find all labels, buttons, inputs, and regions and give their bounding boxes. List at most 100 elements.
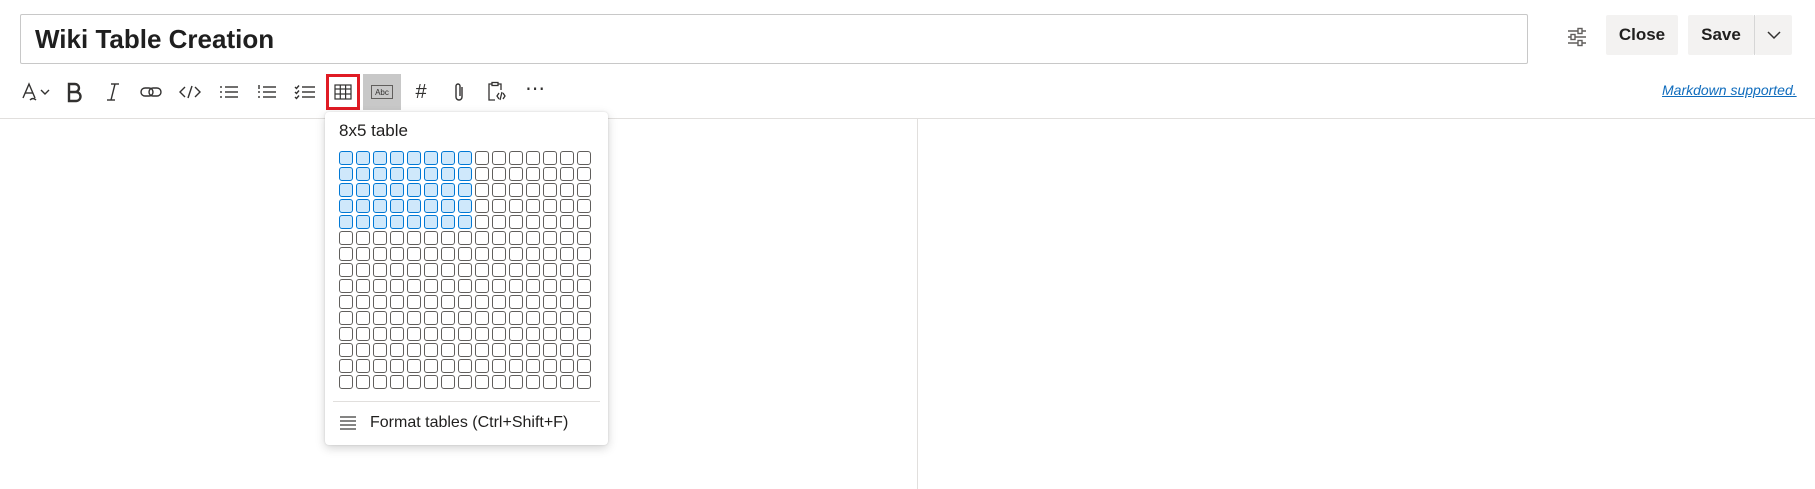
table-grid-cell[interactable] (560, 375, 574, 389)
table-grid-cell[interactable] (509, 295, 523, 309)
table-grid-cell[interactable] (441, 263, 455, 277)
table-grid-cell[interactable] (560, 167, 574, 181)
table-grid-cell[interactable] (526, 215, 540, 229)
table-grid-cell[interactable] (407, 199, 421, 213)
table-grid-cell[interactable] (577, 263, 591, 277)
table-grid-cell[interactable] (339, 311, 353, 325)
table-grid-cell[interactable] (475, 215, 489, 229)
table-grid-cell[interactable] (339, 375, 353, 389)
table-grid-cell[interactable] (492, 279, 506, 293)
table-grid-cell[interactable] (543, 183, 557, 197)
table-grid-cell[interactable] (526, 327, 540, 341)
table-grid-cell[interactable] (577, 359, 591, 373)
table-grid-cell[interactable] (475, 375, 489, 389)
table-grid-cell[interactable] (458, 295, 472, 309)
table-grid-cell[interactable] (543, 311, 557, 325)
table-grid-cell[interactable] (560, 311, 574, 325)
table-grid-cell[interactable] (577, 167, 591, 181)
table-grid-cell[interactable] (475, 199, 489, 213)
table-grid-cell[interactable] (458, 359, 472, 373)
table-grid-cell[interactable] (407, 295, 421, 309)
table-grid-cell[interactable] (356, 279, 370, 293)
table-grid-cell[interactable] (577, 295, 591, 309)
table-grid-cell[interactable] (441, 359, 455, 373)
table-grid-cell[interactable] (509, 263, 523, 277)
table-grid-cell[interactable] (526, 295, 540, 309)
abc-button[interactable]: Abc (363, 74, 401, 110)
table-grid-cell[interactable] (390, 279, 404, 293)
table-grid-cell[interactable] (526, 167, 540, 181)
table-grid-cell[interactable] (424, 167, 438, 181)
table-grid-cell[interactable] (424, 183, 438, 197)
table-grid-cell[interactable] (441, 295, 455, 309)
table-grid-cell[interactable] (356, 343, 370, 357)
table-grid-cell[interactable] (407, 231, 421, 245)
table-grid-cell[interactable] (543, 151, 557, 165)
table-grid-cell[interactable] (475, 247, 489, 261)
table-grid-cell[interactable] (424, 231, 438, 245)
table-grid-cell[interactable] (339, 327, 353, 341)
table-grid-cell[interactable] (356, 359, 370, 373)
table-grid-cell[interactable] (373, 343, 387, 357)
table-grid-cell[interactable] (458, 183, 472, 197)
table-grid-cell[interactable] (390, 199, 404, 213)
table-grid-cell[interactable] (441, 183, 455, 197)
table-grid-cell[interactable] (458, 327, 472, 341)
table-grid-cell[interactable] (424, 327, 438, 341)
table-grid-cell[interactable] (339, 167, 353, 181)
table-grid-cell[interactable] (526, 279, 540, 293)
table-grid-cell[interactable] (339, 247, 353, 261)
table-grid-cell[interactable] (390, 231, 404, 245)
table-grid-cell[interactable] (441, 311, 455, 325)
table-grid-cell[interactable] (577, 215, 591, 229)
table-grid-cell[interactable] (543, 359, 557, 373)
table-grid-cell[interactable] (509, 199, 523, 213)
table-grid-cell[interactable] (390, 183, 404, 197)
attachment-button[interactable] (441, 74, 477, 110)
table-grid-cell[interactable] (458, 215, 472, 229)
table-grid-cell[interactable] (526, 311, 540, 325)
insert-table-button[interactable] (326, 74, 360, 110)
table-grid-cell[interactable] (509, 375, 523, 389)
table-grid-cell[interactable] (424, 359, 438, 373)
checklist-button[interactable] (287, 74, 323, 110)
table-grid[interactable] (339, 151, 591, 389)
table-grid-cell[interactable] (373, 199, 387, 213)
table-grid-cell[interactable] (390, 151, 404, 165)
table-grid-cell[interactable] (560, 263, 574, 277)
table-grid-cell[interactable] (356, 375, 370, 389)
table-grid-cell[interactable] (560, 295, 574, 309)
table-grid-cell[interactable] (441, 199, 455, 213)
table-grid-cell[interactable] (458, 263, 472, 277)
table-grid-cell[interactable] (373, 263, 387, 277)
table-grid-cell[interactable] (458, 247, 472, 261)
table-grid-cell[interactable] (475, 343, 489, 357)
table-grid-cell[interactable] (475, 359, 489, 373)
table-grid-cell[interactable] (509, 343, 523, 357)
table-grid-cell[interactable] (509, 151, 523, 165)
table-grid-cell[interactable] (509, 231, 523, 245)
italic-button[interactable] (95, 74, 131, 110)
markdown-supported-link[interactable]: Markdown supported. (1662, 82, 1797, 98)
paste-code-button[interactable] (479, 74, 515, 110)
table-grid-cell[interactable] (560, 183, 574, 197)
link-button[interactable] (133, 74, 169, 110)
table-grid-cell[interactable] (543, 375, 557, 389)
table-grid-cell[interactable] (560, 151, 574, 165)
table-grid-cell[interactable] (356, 295, 370, 309)
table-grid-cell[interactable] (424, 279, 438, 293)
table-grid-cell[interactable] (356, 167, 370, 181)
table-grid-cell[interactable] (458, 167, 472, 181)
table-grid-cell[interactable] (373, 151, 387, 165)
table-grid-cell[interactable] (577, 343, 591, 357)
table-grid-cell[interactable] (424, 263, 438, 277)
table-grid-cell[interactable] (339, 279, 353, 293)
table-grid-cell[interactable] (475, 151, 489, 165)
table-grid-cell[interactable] (424, 295, 438, 309)
table-grid-cell[interactable] (424, 343, 438, 357)
table-grid-cell[interactable] (526, 247, 540, 261)
table-grid-cell[interactable] (543, 327, 557, 341)
table-grid-cell[interactable] (492, 215, 506, 229)
table-grid-cell[interactable] (560, 327, 574, 341)
table-grid-cell[interactable] (543, 167, 557, 181)
